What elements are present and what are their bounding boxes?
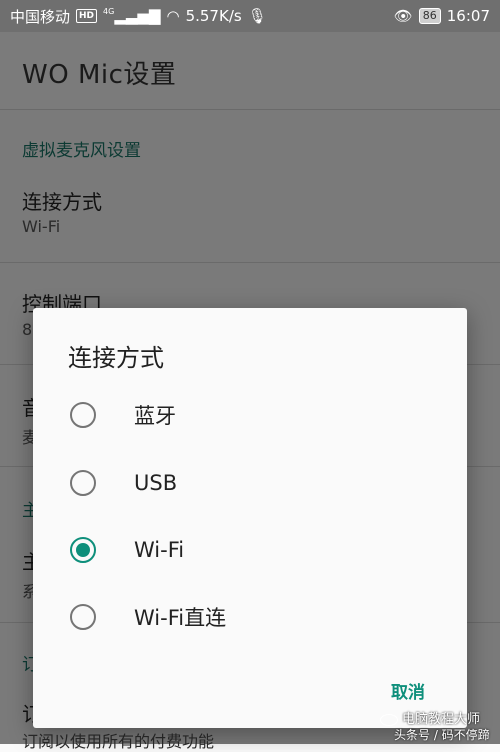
- connection-mode-dialog: 连接方式 蓝牙 USB Wi-Fi Wi-Fi直连 取消: [33, 308, 467, 728]
- microphone-icon: 🎙: [247, 7, 267, 25]
- wechat-icon: [380, 714, 398, 726]
- option-wifi-direct[interactable]: Wi-Fi直连: [33, 583, 467, 651]
- app-bar: WO Mic设置: [0, 32, 500, 110]
- option-label: USB: [134, 471, 178, 495]
- category-virtual-mic: 虚拟麦克风设置: [22, 141, 141, 161]
- option-bluetooth[interactable]: 蓝牙: [33, 381, 467, 449]
- option-label: Wi-Fi直连: [134, 606, 227, 630]
- signal-icon: 4G▂▃▅▇: [103, 7, 161, 25]
- setting-connection-title[interactable]: 连接方式: [22, 186, 102, 215]
- dialog-title: 连接方式: [68, 344, 164, 372]
- setting-port-value: 8: [22, 320, 33, 339]
- eye-comfort-icon: 👁: [393, 7, 413, 25]
- watermark-line1: 电脑教程大师: [402, 712, 481, 727]
- setting-subscription-desc: 订阅以使用所有的付费功能: [22, 732, 215, 751]
- radio-checked-icon[interactable]: [70, 537, 96, 563]
- radio-unchecked-icon[interactable]: [70, 470, 96, 496]
- option-usb[interactable]: USB: [33, 449, 467, 517]
- wifi-icon: ◠: [166, 7, 180, 25]
- divider: [0, 262, 500, 263]
- carrier-label: 中国移动: [10, 7, 71, 26]
- radio-unchecked-icon[interactable]: [70, 402, 96, 428]
- cancel-button[interactable]: 取消: [391, 678, 425, 703]
- status-bar: 中国移动 HD 4G▂▃▅▇ ◠ 5.57K/s 🎙 👁 86 16:07: [0, 0, 500, 32]
- status-left: 中国移动 HD 4G▂▃▅▇ ◠ 5.57K/s 🎙: [10, 6, 267, 27]
- network-speed: 5.57K/s: [185, 7, 242, 25]
- option-wifi[interactable]: Wi-Fi: [33, 516, 467, 584]
- watermark: 电脑教程大师 头条号 / 码不停蹄: [380, 706, 500, 744]
- clock: 16:07: [446, 7, 490, 25]
- battery-icon: 86: [418, 8, 441, 24]
- hd-icon: HD: [76, 9, 98, 23]
- setting-connection-value: Wi-Fi: [22, 217, 61, 236]
- status-right: 👁 86 16:07: [394, 7, 490, 25]
- option-label: Wi-Fi: [134, 538, 185, 562]
- radio-unchecked-icon[interactable]: [70, 604, 96, 630]
- page-title: WO Mic设置: [22, 60, 177, 90]
- watermark-line2: 头条号 / 码不停蹄: [394, 728, 490, 742]
- option-label: 蓝牙: [134, 404, 176, 428]
